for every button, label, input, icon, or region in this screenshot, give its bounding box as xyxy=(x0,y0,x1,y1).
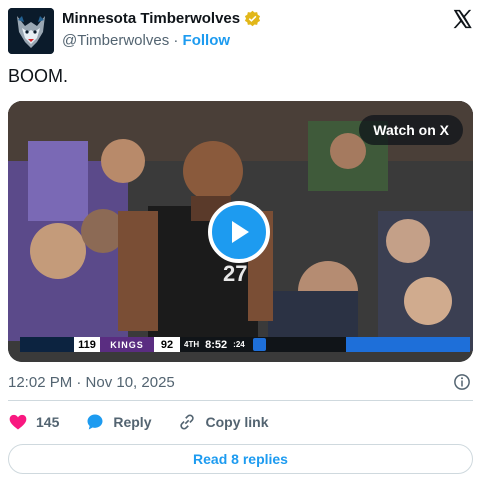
divider xyxy=(8,400,473,401)
ticker-banner xyxy=(345,337,470,352)
copy-link-label: Copy link xyxy=(205,414,269,430)
reply-bubble-icon xyxy=(87,414,103,430)
reply-button[interactable]: Reply xyxy=(85,412,151,432)
info-icon[interactable] xyxy=(453,373,471,391)
play-icon xyxy=(232,221,249,243)
away-score: 92 xyxy=(154,337,180,352)
wolf-logo-icon xyxy=(8,8,54,54)
home-team-logo xyxy=(20,337,74,352)
reply-label: Reply xyxy=(113,414,152,430)
tweet-timestamp[interactable]: 12:02 PM · Nov 10, 2025 xyxy=(8,374,175,391)
home-score: 119 xyxy=(74,337,100,352)
period: 4TH xyxy=(184,340,200,349)
game-info: 4TH 8:52 :24 xyxy=(180,339,249,351)
play-button[interactable] xyxy=(208,201,270,263)
shot-clock: :24 xyxy=(233,340,245,349)
tweet-text: BOOM. xyxy=(8,66,69,86)
read-replies-button[interactable]: Read 8 replies xyxy=(8,444,473,474)
svg-text:27: 27 xyxy=(223,261,247,286)
account-handle[interactable]: @Timberwolves xyxy=(62,32,169,49)
away-team-name: KINGS xyxy=(100,337,154,352)
handle-row: @Timberwolves · Follow xyxy=(62,32,230,49)
avatar[interactable] xyxy=(8,8,54,54)
network-logo-icon xyxy=(252,338,266,351)
tweet-header: Minnesota Timberwolves @Timberwolves · F… xyxy=(8,8,473,54)
separator-dot: · xyxy=(173,32,179,49)
video-player[interactable]: 27 Watch on X 119 KINGS 92 4TH 8:52 :24 xyxy=(8,101,473,362)
watch-on-x-button[interactable]: Watch on X xyxy=(359,115,463,145)
verified-badge-icon xyxy=(245,10,261,27)
tweet-embed-card: Minnesota Timberwolves @Timberwolves · F… xyxy=(0,0,481,488)
x-logo-icon[interactable] xyxy=(451,8,473,30)
link-icon xyxy=(180,414,195,430)
account-name[interactable]: Minnesota Timberwolves xyxy=(62,10,240,27)
copy-link-button[interactable]: Copy link xyxy=(177,412,269,432)
heart-icon xyxy=(9,414,27,430)
name-row: Minnesota Timberwolves xyxy=(62,10,261,27)
like-count: 145 xyxy=(36,414,60,430)
scorebug: 119 KINGS 92 4TH 8:52 :24 xyxy=(20,337,470,352)
follow-link[interactable]: Follow xyxy=(183,32,231,49)
like-button[interactable]: 145 xyxy=(8,412,59,432)
game-clock: 8:52 xyxy=(205,338,228,351)
action-bar: 145 Reply Copy link xyxy=(8,412,295,432)
